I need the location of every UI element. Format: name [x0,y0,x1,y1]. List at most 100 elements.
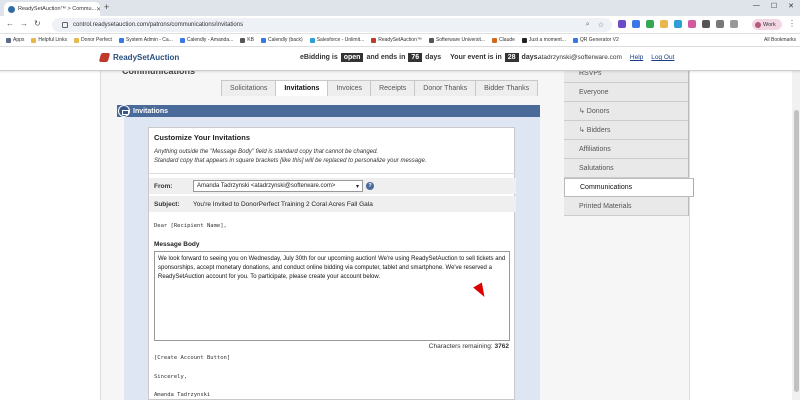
chevron-down-icon: ▾ [355,184,359,190]
event-days-badge: 28 [504,53,519,62]
closing-text: Sincerely, [154,374,188,380]
bookmark-item[interactable]: Calendly (back) [260,37,303,43]
minimize-icon[interactable]: — [753,2,760,10]
bookmark-item[interactable]: Calendly - Amanda... [179,37,233,43]
envelope-icon [118,105,130,117]
side-nav-item[interactable]: Everyone [564,83,689,102]
browser-toolbar: ← → ↻ control.readysetauction.com/patron… [0,16,800,34]
extension-icon[interactable] [688,20,696,28]
extension-icon[interactable] [660,20,668,28]
maximize-icon[interactable]: ☐ [771,2,777,10]
bookmark-label: Apps [13,37,25,43]
tab-solicitations[interactable]: Solicitations [221,80,277,96]
bookmark-label: ReadySetAuction™ [378,37,422,43]
message-body-textarea[interactable]: We look forward to seeing you on Wednesd… [154,251,510,341]
signature-text: Amanda Tadrzynski [154,392,211,398]
bookmark-label: Helpful Links [38,37,68,43]
back-icon[interactable]: ← [6,19,14,28]
bookmark-item[interactable]: Donor Perfect [74,37,112,43]
patrons-side-nav: RSVPs Everyone ↳ Donors ↳ Bidders Affiliatio… [564,64,694,216]
bookmark-item[interactable]: Apps [6,37,24,43]
bookmark-icon [31,37,37,43]
bookmark-icon [179,37,185,43]
side-nav-item[interactable]: Salutations [564,159,689,178]
bookmark-star-icon[interactable]: ☆ [598,21,604,29]
ends-in-label: and ends in [366,54,406,61]
bookmark-item[interactable]: Softerware Universit... [428,37,486,43]
extension-icon[interactable] [618,20,626,28]
site-info-icon[interactable] [62,22,68,28]
bookmark-icon [74,37,80,43]
bookmark-item[interactable]: KB [240,37,254,43]
forward-icon[interactable]: → [20,19,28,28]
sidebar-icon[interactable] [730,20,738,28]
side-nav-item[interactable]: Affiliations [564,140,689,159]
side-nav-item[interactable]: ↳ Donors [564,102,689,121]
header-links: atadrzynski@softerware.com Help Log Out [538,54,674,61]
extension-icon[interactable] [674,20,682,28]
new-tab-icon[interactable]: + [104,2,109,12]
tab-invitations[interactable]: Invitations [275,80,329,96]
side-nav-item[interactable]: Communications [564,178,694,197]
tab-bidder-thanks[interactable]: Bidder Thanks [475,80,539,96]
site-favicon-icon [8,5,15,13]
event-prefix: Your event is in [450,54,502,61]
bookmark-icon [309,37,315,43]
from-label: From: [154,182,173,190]
bookmarks-bar: Apps Helpful Links Donor Perfect System Adm… [0,34,800,47]
event-days-label: days. [521,54,540,61]
bookmark-label: Claude [499,37,515,43]
extension-icon[interactable] [632,20,640,28]
bookmark-item[interactable]: System Admin - Ca... [118,37,173,43]
extension-icon[interactable] [646,20,654,28]
reload-icon[interactable]: ↻ [34,19,41,28]
customize-card: Customize Your Invitations Anything outs… [148,127,516,400]
bookmark-item[interactable]: QR Generator V2 [572,37,619,43]
address-bar[interactable]: control.readysetauction.com/patrons/comm… [52,18,612,32]
tab-receipts[interactable]: Receipts [370,80,416,96]
bookmark-icon [260,37,266,43]
bookmark-item[interactable]: Salesforce - Unlimit... [309,37,364,43]
tab-donor-thanks[interactable]: Donor Thanks [414,80,477,96]
help-link[interactable]: Help [630,54,643,61]
zoom-icon[interactable]: ⌕ [586,21,590,29]
section-title: Invitations [133,107,169,115]
help-icon[interactable]: ? [366,182,374,190]
app-header: ReadySetAuction eBidding is open and end… [0,47,800,71]
card-note: Anything outside the "Message Body" fiel… [154,148,426,166]
bookmark-item[interactable]: Claude [492,37,515,43]
ebidding-prefix: eBidding is [300,54,338,61]
bookmark-item[interactable]: ReadySetAuction™ [371,37,422,43]
side-nav-item[interactable]: Printed Materials [564,197,689,216]
browser-tab[interactable]: ReadySetAuction™ > Commu... ✕ [4,2,100,16]
subject-row: Subject: You're Invited to DonorPerfect … [149,196,516,212]
user-email: atadrzynski@softerware.com [538,54,622,61]
bookmark-label: Calendly (back) [267,37,303,43]
window-controls: — ☐ ✕ [753,2,794,10]
section-header: Invitations [117,105,540,117]
chars-count: 3762 [494,343,509,350]
card-title: Customize Your Invitations [154,133,250,142]
from-select[interactable]: Amanda Tadrzynski <atadrzynski@softerwar… [193,180,363,192]
scrollbar-thumb[interactable] [794,110,799,392]
close-tab-icon[interactable]: ✕ [96,6,100,13]
close-window-icon[interactable]: ✕ [788,2,794,10]
bookmark-label: KB [247,37,254,43]
event-status: eBidding is open and ends in 76 days You… [300,53,539,62]
tab-invoices[interactable]: Invoices [327,80,372,96]
puzzle-icon[interactable] [702,20,710,28]
download-icon[interactable] [716,20,724,28]
browser-menu-icon[interactable]: ⋮ [788,19,796,28]
logo[interactable]: ReadySetAuction [98,53,180,62]
bookmark-label: Softerware Universit... [435,37,486,43]
bookmark-item[interactable]: Helpful Links [31,37,67,43]
logout-link[interactable]: Log Out [651,54,674,61]
bookmark-item[interactable]: Just a moment... [521,37,566,43]
profile-button[interactable]: Work [752,19,782,30]
side-nav-item[interactable]: ↳ Bidders [564,121,689,140]
logo-text: ReadySetAuction [113,53,180,62]
bookmark-icon [492,37,498,43]
chars-label: Characters remaining: [428,343,493,350]
all-bookmarks[interactable]: All Bookmarks [764,37,796,43]
greeting-text: Dear [Recipient Name], [154,223,227,229]
